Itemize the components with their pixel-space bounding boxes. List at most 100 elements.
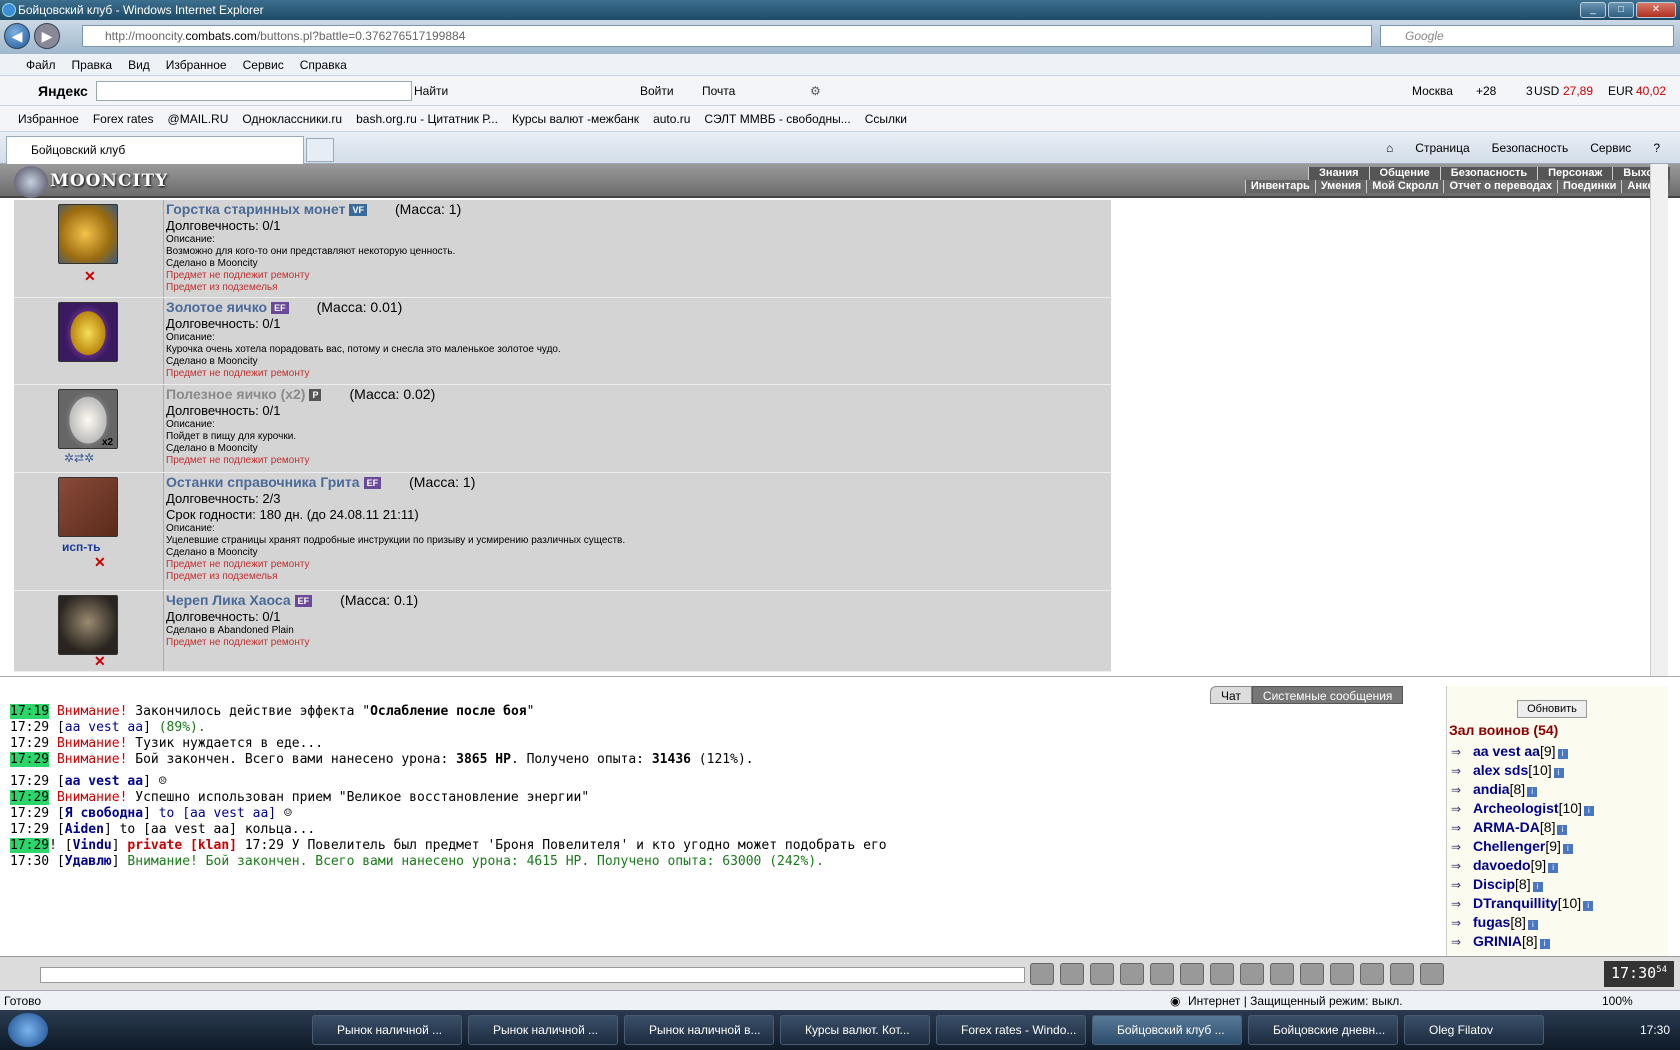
user-name[interactable]: ARMA-DA	[1473, 819, 1540, 835]
taskbar-item[interactable]: Oleg Filatov	[1404, 1015, 1544, 1045]
minimize-button[interactable]: _	[1580, 2, 1606, 18]
chat-time[interactable]: 17:29	[10, 822, 50, 837]
item-name[interactable]: Золотое яичко	[166, 299, 267, 315]
user-name[interactable]: andia	[1473, 781, 1510, 797]
trade-icon[interactable]	[1330, 963, 1354, 985]
chat-nick[interactable]: Удавлю	[65, 854, 112, 869]
taskbar-item[interactable]: Forex rates - Windo...	[936, 1015, 1086, 1045]
weather-city[interactable]: Москва	[1412, 76, 1453, 106]
taskbar-item[interactable]: Рынок наличной в...	[624, 1015, 774, 1045]
info-icon[interactable]: i	[1583, 806, 1594, 816]
start-button[interactable]	[8, 1013, 48, 1047]
tab-chat[interactable]: Чат	[1210, 686, 1252, 704]
menu-tools[interactable]: Сервис	[235, 54, 292, 75]
book-icon[interactable]	[58, 477, 118, 537]
menu-skills[interactable]: Умения	[1314, 180, 1367, 193]
favorites-button[interactable]: Избранное	[18, 106, 93, 131]
chat-nick[interactable]: aa vest aa	[65, 774, 143, 789]
delete-icon[interactable]: ✕	[84, 268, 96, 285]
info-icon[interactable]: i	[1539, 939, 1550, 949]
translit-icon[interactable]	[1270, 963, 1294, 985]
map-icon[interactable]	[1390, 963, 1414, 985]
menu-inventory[interactable]: Инвентарь	[1244, 180, 1315, 193]
cmd-tools[interactable]: Сервис	[1590, 138, 1631, 158]
maximize-button[interactable]: □	[1608, 2, 1634, 18]
chat-time[interactable]: 17:30	[10, 854, 50, 869]
vertical-scrollbar[interactable]	[1650, 164, 1668, 676]
security-zone[interactable]: Интернет | Защищенный режим: выкл.	[1188, 991, 1403, 1011]
tray-clock[interactable]: 17:30	[1640, 1010, 1670, 1050]
user-name[interactable]: Archeologist	[1473, 800, 1559, 816]
yandex-search-input[interactable]	[96, 81, 412, 101]
fav-links-folder[interactable]: Ссылки	[865, 106, 921, 131]
user-name[interactable]: GRINIA	[1473, 933, 1522, 949]
chat-time[interactable]: 17:29	[10, 806, 50, 821]
coins-icon[interactable]	[58, 204, 118, 264]
clear-icon[interactable]	[1060, 963, 1084, 985]
chat-nick[interactable]: Aiden	[65, 822, 104, 837]
delete-icon[interactable]: ✕	[94, 653, 106, 670]
info-icon[interactable]: i	[1527, 787, 1538, 797]
quest-icon[interactable]	[1360, 963, 1384, 985]
info-icon[interactable]: i	[1562, 844, 1573, 854]
chat-time[interactable]: 17:19	[10, 704, 50, 719]
taskbar-item[interactable]: Бойцовские дневн...	[1248, 1015, 1398, 1045]
smile-icon[interactable]	[1240, 963, 1264, 985]
delete-icon[interactable]: ✕	[94, 554, 106, 571]
filter-icon[interactable]	[1090, 963, 1114, 985]
item-name[interactable]: Горстка старинных монет	[166, 201, 345, 217]
taskbar-item[interactable]: Рынок наличной ...	[312, 1015, 462, 1045]
menu-help[interactable]: Справка	[292, 54, 355, 75]
menu-character[interactable]: Персонаж	[1537, 167, 1613, 180]
user-name[interactable]: fugas	[1473, 914, 1510, 930]
user-name[interactable]: Chellenger	[1473, 838, 1545, 854]
chat-nick[interactable]: Я свободна	[65, 806, 143, 821]
chat-nick[interactable]: aa vest aa	[65, 720, 143, 735]
menu-security[interactable]: Безопасность	[1439, 167, 1538, 180]
item-actions-icons[interactable]: ✲⇄✲	[64, 451, 94, 465]
help-icon[interactable]: ?	[1653, 138, 1660, 158]
info-icon[interactable]: i	[1557, 749, 1568, 759]
yandex-logo[interactable]: Яндекс	[38, 76, 88, 106]
item-name[interactable]: Череп Лика Хаоса	[166, 592, 291, 608]
menu-edit[interactable]: Правка	[64, 54, 121, 75]
cmd-safety[interactable]: Безопасность	[1492, 138, 1569, 158]
chat-input[interactable]	[40, 967, 1025, 983]
enter-icon[interactable]	[1030, 963, 1054, 985]
chat-time[interactable]: 17:29	[10, 838, 50, 853]
sound-icon[interactable]	[1210, 963, 1234, 985]
login-button[interactable]: Войти	[640, 76, 674, 106]
menu-view[interactable]: Вид	[120, 54, 158, 75]
home-icon[interactable]: ⌂	[1386, 138, 1393, 158]
mail-button[interactable]: Почта	[702, 76, 735, 106]
close-button[interactable]: ✕	[1636, 2, 1676, 18]
taskbar-item[interactable]: Курсы валют. Кот...	[780, 1015, 930, 1045]
golden-egg-icon[interactable]	[58, 302, 118, 362]
info-icon[interactable]: i	[1532, 882, 1543, 892]
chat-time[interactable]: 17:29	[10, 720, 50, 735]
fav-link[interactable]: @MAIL.RU	[168, 106, 243, 131]
url-input[interactable]: http://mooncity.combats.com/buttons.pl?b…	[82, 25, 1372, 47]
forward-button[interactable]: ▶	[34, 23, 60, 49]
user-name[interactable]: aa vest aa	[1473, 743, 1540, 759]
user-name[interactable]: alex sds	[1473, 762, 1528, 778]
hunt-icon[interactable]	[1300, 963, 1324, 985]
chat-time[interactable]: 17:29	[10, 790, 50, 805]
exit-icon[interactable]	[1420, 963, 1444, 985]
user-name[interactable]: Discip	[1473, 876, 1515, 892]
info-icon[interactable]: i	[1527, 920, 1538, 930]
use-item-link[interactable]: исп-ть	[62, 540, 101, 554]
back-button[interactable]: ◀	[4, 23, 30, 49]
menu-battles[interactable]: Поединки	[1557, 180, 1622, 193]
fav-link[interactable]: Forex rates	[93, 106, 168, 131]
skull-icon[interactable]	[58, 595, 118, 655]
zoom-level[interactable]: 100%	[1602, 991, 1633, 1011]
menu-file[interactable]: Файл	[18, 54, 64, 75]
tab-system-messages[interactable]: Системные сообщения	[1251, 686, 1404, 704]
refresh-button[interactable]: Обновить	[1517, 700, 1587, 718]
menu-scroll[interactable]: Мой Скролл	[1366, 180, 1444, 193]
chat-time[interactable]: 17:29	[10, 774, 50, 789]
taskbar-item[interactable]: Бойцовский клуб ...	[1092, 1015, 1242, 1045]
taskbar-item[interactable]: Рынок наличной ...	[468, 1015, 618, 1045]
item-name[interactable]: Останки справочника Грита	[166, 474, 360, 490]
